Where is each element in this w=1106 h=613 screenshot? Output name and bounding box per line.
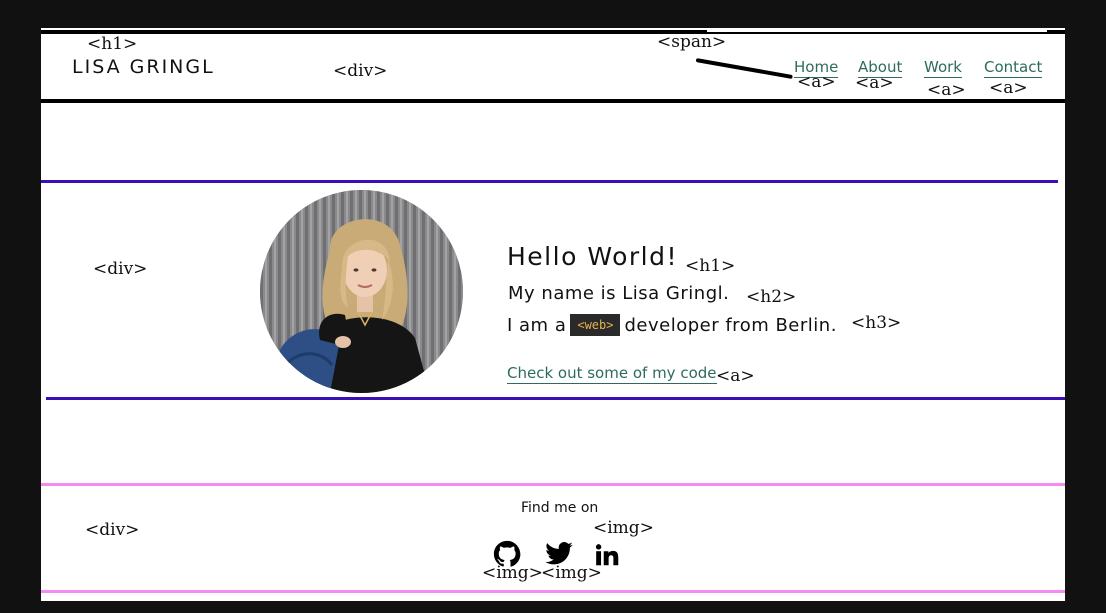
hero-role: I am a <web> developer from Berlin. [507, 314, 837, 336]
hero-name: My name is Lisa Gringl. [508, 283, 730, 304]
footer-top-rule [41, 483, 1065, 486]
site-header: LISA GRINGL Home About Work Contact [41, 34, 1065, 99]
tag-label-h1-title: <h1> [87, 34, 138, 54]
footer-bottom-rule [41, 590, 1065, 593]
tag-label-div-header: <div> [333, 61, 388, 81]
role-prefix: I am a [507, 315, 567, 336]
tag-label-div-footer: <div> [85, 520, 140, 540]
hero-greeting: Hello World! [507, 242, 678, 271]
top-border-gap [707, 28, 1047, 32]
header-bottom-border [41, 99, 1065, 103]
tag-label-img-linkedin: <img> [593, 518, 654, 538]
tag-label-a-home: <a> [797, 72, 836, 92]
tag-label-h1-greeting: <h1> [685, 256, 736, 276]
code-link[interactable]: Check out some of my code [507, 364, 717, 384]
nav-contact-link[interactable]: Contact [984, 58, 1043, 78]
site-title: LISA GRINGL [72, 56, 215, 78]
profile-photo-illustration [260, 190, 463, 393]
tag-label-a-about: <a> [855, 73, 894, 93]
tag-label-img-twitter: <img> [541, 563, 602, 583]
tag-label-div-hero: <div> [93, 259, 148, 279]
page-canvas: LISA GRINGL Home About Work Contact <h1>… [41, 28, 1065, 601]
profile-photo [260, 190, 463, 393]
find-me-text: Find me on [521, 500, 599, 516]
tag-label-h2: <h2> [746, 287, 797, 307]
tag-label-img-github: <img> [482, 563, 543, 583]
hero-top-rule [41, 180, 1058, 183]
tag-label-span: <span> [657, 32, 727, 52]
tag-label-h3: <h3> [851, 313, 902, 333]
hero-bottom-rule [46, 397, 1065, 400]
tag-label-a-work: <a> [927, 80, 966, 100]
nav-work-link[interactable]: Work [924, 58, 962, 78]
role-suffix: developer from Berlin. [624, 315, 837, 336]
web-code-chip: <web> [570, 314, 621, 336]
tag-label-a-code: <a> [716, 366, 755, 386]
tag-label-a-contact: <a> [989, 78, 1028, 98]
